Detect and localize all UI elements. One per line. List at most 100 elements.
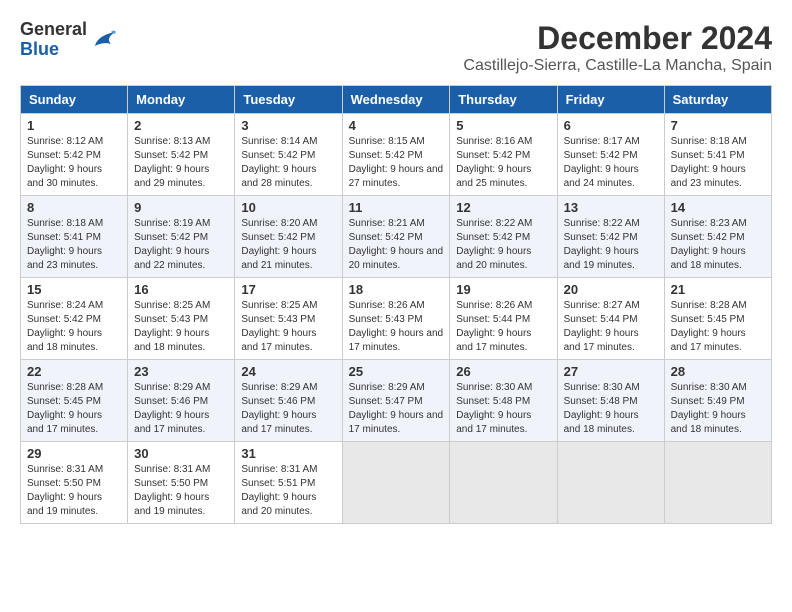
page-header: General Blue December 2024 Castillejo-Si…: [20, 20, 772, 75]
calendar-cell: 20 Sunrise: 8:27 AM Sunset: 5:44 PM Dayli…: [557, 278, 664, 360]
calendar-cell: 12 Sunrise: 8:22 AM Sunset: 5:42 PM Dayli…: [450, 196, 557, 278]
calendar-cell: 9 Sunrise: 8:19 AM Sunset: 5:42 PM Daylig…: [128, 196, 235, 278]
cell-content: Sunrise: 8:15 AM Sunset: 5:42 PM Dayligh…: [349, 135, 444, 191]
cell-content: Sunrise: 8:21 AM Sunset: 5:42 PM Dayligh…: [349, 217, 444, 273]
calendar-cell: 6Sunrise: 8:17 AM Sunset: 5:42 PM Daylig…: [557, 114, 664, 196]
cell-content: Sunrise: 8:20 AM Sunset: 5:42 PM Dayligh…: [241, 217, 335, 273]
day-number: 23: [134, 364, 228, 379]
cell-content: Sunrise: 8:31 AM Sunset: 5:51 PM Dayligh…: [241, 463, 335, 519]
calendar-cell: 19 Sunrise: 8:26 AM Sunset: 5:44 PM Dayli…: [450, 278, 557, 360]
main-title: December 2024: [463, 20, 772, 57]
calendar-cell: 8 Sunrise: 8:18 AM Sunset: 5:41 PM Daylig…: [21, 196, 128, 278]
subtitle: Castillejo-Sierra, Castille-La Mancha, S…: [463, 57, 772, 75]
cell-content: Sunrise: 8:26 AM Sunset: 5:44 PM Dayligh…: [456, 299, 550, 355]
calendar-week-row: 15 Sunrise: 8:24 AM Sunset: 5:42 PM Dayli…: [21, 278, 772, 360]
calendar-cell: 15 Sunrise: 8:24 AM Sunset: 5:42 PM Dayli…: [21, 278, 128, 360]
calendar-cell: 22Sunrise: 8:28 AM Sunset: 5:45 PM Dayli…: [21, 360, 128, 442]
calendar-cell: [664, 442, 771, 524]
calendar-cell: 30Sunrise: 8:31 AM Sunset: 5:50 PM Dayli…: [128, 442, 235, 524]
calendar-body: 1 Sunrise: 8:12 AM Sunset: 5:42 PM Daylig…: [21, 114, 772, 524]
day-number: 17: [241, 282, 335, 297]
cell-content: Sunrise: 8:22 AM Sunset: 5:42 PM Dayligh…: [456, 217, 550, 273]
cell-content: Sunrise: 8:30 AM Sunset: 5:48 PM Dayligh…: [456, 381, 550, 437]
day-number: 20: [564, 282, 658, 297]
day-number: 4: [349, 118, 444, 133]
cell-content: Sunrise: 8:13 AM Sunset: 5:42 PM Dayligh…: [134, 135, 228, 191]
day-number: 2: [134, 118, 228, 133]
calendar-cell: 2 Sunrise: 8:13 AM Sunset: 5:42 PM Daylig…: [128, 114, 235, 196]
calendar-cell: 4 Sunrise: 8:15 AM Sunset: 5:42 PM Daylig…: [342, 114, 450, 196]
day-number: 16: [134, 282, 228, 297]
day-number: 1: [27, 118, 121, 133]
calendar-cell: 24 Sunrise: 8:29 AM Sunset: 5:46 PM Dayli…: [235, 360, 342, 442]
day-number: 14: [671, 200, 765, 215]
day-number: 5: [456, 118, 550, 133]
cell-content: Sunrise: 8:28 AM Sunset: 5:45 PM Dayligh…: [671, 299, 765, 355]
day-number: 12: [456, 200, 550, 215]
day-number: 27: [564, 364, 658, 379]
cell-content: Sunrise: 8:25 AM Sunset: 5:43 PM Dayligh…: [134, 299, 228, 355]
cell-content: Sunrise: 8:26 AM Sunset: 5:43 PM Dayligh…: [349, 299, 444, 355]
cell-content: Sunrise: 8:30 AM Sunset: 5:49 PM Dayligh…: [671, 381, 765, 437]
day-number: 8: [27, 200, 121, 215]
calendar-header-thursday: Thursday: [450, 86, 557, 114]
cell-content: Sunrise: 8:31 AM Sunset: 5:50 PM Dayligh…: [27, 463, 121, 519]
calendar-cell: 17 Sunrise: 8:25 AM Sunset: 5:43 PM Dayli…: [235, 278, 342, 360]
day-number: 15: [27, 282, 121, 297]
calendar-header-saturday: Saturday: [664, 86, 771, 114]
calendar-cell: [342, 442, 450, 524]
day-number: 25: [349, 364, 444, 379]
day-number: 18: [349, 282, 444, 297]
calendar-cell: 5 Sunrise: 8:16 AM Sunset: 5:42 PM Daylig…: [450, 114, 557, 196]
calendar-cell: 3Sunrise: 8:14 AM Sunset: 5:42 PM Daylig…: [235, 114, 342, 196]
cell-content: Sunrise: 8:18 AM Sunset: 5:41 PM Dayligh…: [27, 217, 121, 273]
cell-content: Sunrise: 8:29 AM Sunset: 5:47 PM Dayligh…: [349, 381, 444, 437]
calendar-cell: 28Sunrise: 8:30 AM Sunset: 5:49 PM Dayli…: [664, 360, 771, 442]
calendar-cell: 14 Sunrise: 8:23 AM Sunset: 5:42 PM Dayli…: [664, 196, 771, 278]
calendar-cell: [557, 442, 664, 524]
calendar-header-sunday: Sunday: [21, 86, 128, 114]
calendar-week-row: 8 Sunrise: 8:18 AM Sunset: 5:41 PM Daylig…: [21, 196, 772, 278]
cell-content: Sunrise: 8:12 AM Sunset: 5:42 PM Dayligh…: [27, 135, 121, 191]
calendar-header-row: SundayMondayTuesdayWednesdayThursdayFrid…: [21, 86, 772, 114]
calendar-header-wednesday: Wednesday: [342, 86, 450, 114]
cell-content: Sunrise: 8:22 AM Sunset: 5:42 PM Dayligh…: [564, 217, 658, 273]
calendar-cell: 1 Sunrise: 8:12 AM Sunset: 5:42 PM Daylig…: [21, 114, 128, 196]
cell-content: Sunrise: 8:23 AM Sunset: 5:42 PM Dayligh…: [671, 217, 765, 273]
calendar-cell: 26 Sunrise: 8:30 AM Sunset: 5:48 PM Dayli…: [450, 360, 557, 442]
calendar-cell: 31Sunrise: 8:31 AM Sunset: 5:51 PM Dayli…: [235, 442, 342, 524]
cell-content: Sunrise: 8:30 AM Sunset: 5:48 PM Dayligh…: [564, 381, 658, 437]
cell-content: Sunrise: 8:16 AM Sunset: 5:42 PM Dayligh…: [456, 135, 550, 191]
calendar-cell: 23Sunrise: 8:29 AM Sunset: 5:46 PM Dayli…: [128, 360, 235, 442]
day-number: 10: [241, 200, 335, 215]
day-number: 7: [671, 118, 765, 133]
calendar-week-row: 1 Sunrise: 8:12 AM Sunset: 5:42 PM Daylig…: [21, 114, 772, 196]
cell-content: Sunrise: 8:24 AM Sunset: 5:42 PM Dayligh…: [27, 299, 121, 355]
cell-content: Sunrise: 8:28 AM Sunset: 5:45 PM Dayligh…: [27, 381, 121, 437]
calendar-header-tuesday: Tuesday: [235, 86, 342, 114]
cell-content: Sunrise: 8:25 AM Sunset: 5:43 PM Dayligh…: [241, 299, 335, 355]
day-number: 6: [564, 118, 658, 133]
calendar-header-friday: Friday: [557, 86, 664, 114]
calendar-cell: 16 Sunrise: 8:25 AM Sunset: 5:43 PM Dayli…: [128, 278, 235, 360]
logo: General Blue: [20, 20, 119, 60]
calendar-cell: [450, 442, 557, 524]
calendar-cell: 7 Sunrise: 8:18 AM Sunset: 5:41 PM Daylig…: [664, 114, 771, 196]
calendar-cell: 25 Sunrise: 8:29 AM Sunset: 5:47 PM Dayli…: [342, 360, 450, 442]
day-number: 24: [241, 364, 335, 379]
calendar-cell: 29Sunrise: 8:31 AM Sunset: 5:50 PM Dayli…: [21, 442, 128, 524]
day-number: 11: [349, 200, 444, 215]
day-number: 19: [456, 282, 550, 297]
day-number: 13: [564, 200, 658, 215]
calendar-cell: 21Sunrise: 8:28 AM Sunset: 5:45 PM Dayli…: [664, 278, 771, 360]
day-number: 9: [134, 200, 228, 215]
calendar-cell: 18 Sunrise: 8:26 AM Sunset: 5:43 PM Dayli…: [342, 278, 450, 360]
cell-content: Sunrise: 8:18 AM Sunset: 5:41 PM Dayligh…: [671, 135, 765, 191]
day-number: 30: [134, 446, 228, 461]
calendar-cell: 11 Sunrise: 8:21 AM Sunset: 5:42 PM Dayli…: [342, 196, 450, 278]
cell-content: Sunrise: 8:14 AM Sunset: 5:42 PM Dayligh…: [241, 135, 335, 191]
cell-content: Sunrise: 8:19 AM Sunset: 5:42 PM Dayligh…: [134, 217, 228, 273]
cell-content: Sunrise: 8:27 AM Sunset: 5:44 PM Dayligh…: [564, 299, 658, 355]
cell-content: Sunrise: 8:29 AM Sunset: 5:46 PM Dayligh…: [241, 381, 335, 437]
day-number: 26: [456, 364, 550, 379]
